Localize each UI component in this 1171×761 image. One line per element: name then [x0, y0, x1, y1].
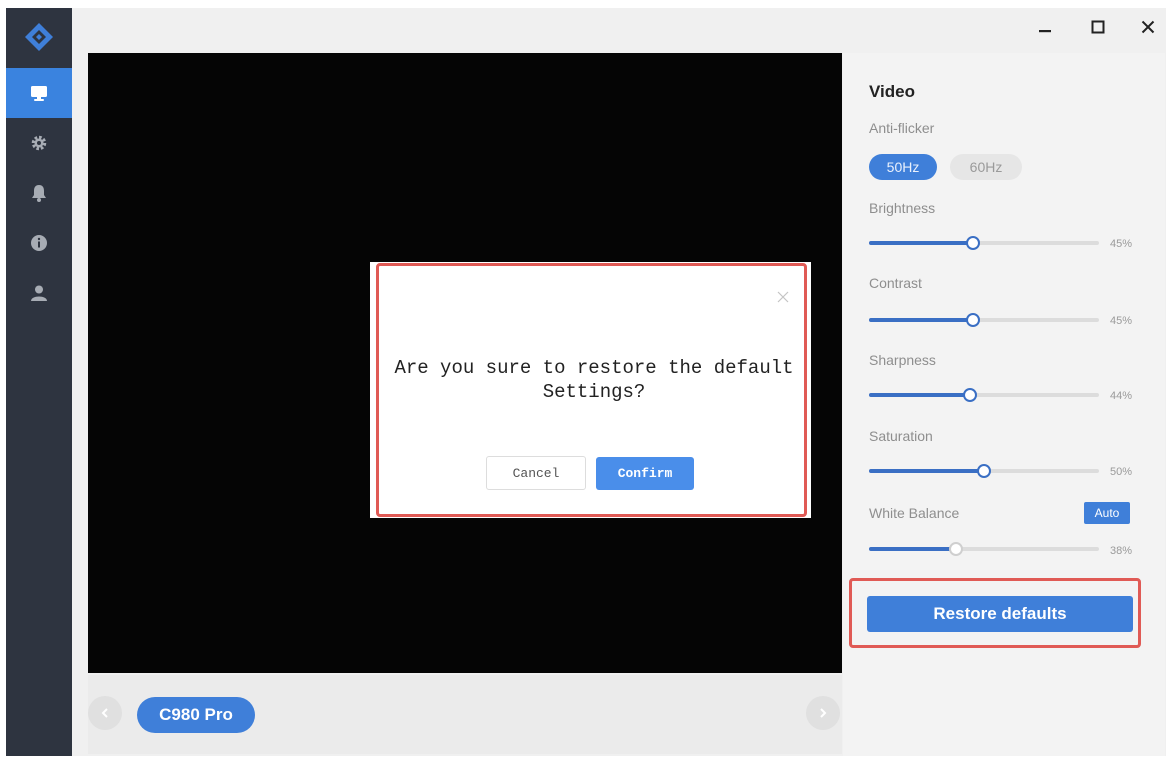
saturation-label: Saturation: [869, 428, 933, 444]
restore-defaults-highlight: [849, 578, 1141, 648]
maximize-icon: [1091, 20, 1105, 34]
white-balance-slider[interactable]: [869, 542, 1099, 556]
next-device-button[interactable]: [806, 696, 840, 730]
maximize-button[interactable]: [1083, 12, 1113, 42]
diamond-logo-icon: [25, 23, 53, 51]
prev-device-button[interactable]: [88, 696, 122, 730]
sidebar-item-info[interactable]: [6, 218, 72, 268]
info-icon: [31, 235, 47, 251]
close-icon: [777, 291, 789, 303]
dialog-close-button[interactable]: [777, 288, 791, 303]
brightness-slider[interactable]: [869, 236, 1099, 250]
brightness-label: Brightness: [869, 200, 936, 216]
saturation-slider[interactable]: [869, 464, 1099, 478]
sidebar-item-account[interactable]: [6, 268, 72, 318]
dialog-message: Are you sure to restore the default Sett…: [382, 356, 806, 404]
dialog-message-line-1: Are you sure to restore the default: [394, 357, 794, 379]
user-icon: [31, 285, 47, 301]
cancel-button[interactable]: Cancel: [486, 456, 586, 490]
chevron-left-icon: [101, 708, 108, 718]
sharpness-label: Sharpness: [869, 352, 936, 368]
contrast-value: 45%: [1110, 315, 1133, 327]
panel-title: Video: [869, 82, 915, 101]
sidebar-item-notifications[interactable]: [6, 168, 72, 218]
sidebar-item-video[interactable]: [6, 68, 72, 118]
sharpness-slider[interactable]: [869, 388, 1099, 402]
contrast-label: Contrast: [869, 275, 922, 291]
minimize-icon: [1039, 30, 1051, 33]
anti-flicker-60hz[interactable]: 60Hz: [950, 154, 1022, 180]
anti-flicker-label: Anti-flicker: [869, 120, 935, 136]
monitor-icon: [31, 86, 47, 101]
contrast-slider[interactable]: [869, 313, 1099, 327]
saturation-value: 50%: [1110, 466, 1133, 478]
bell-icon: [32, 185, 46, 202]
white-balance-value: 38%: [1110, 545, 1133, 557]
sidebar-item-settings[interactable]: [6, 118, 72, 168]
confirm-button[interactable]: Confirm: [596, 457, 694, 490]
device-name-button[interactable]: C980 Pro: [137, 697, 255, 733]
minimize-button[interactable]: [1030, 12, 1060, 42]
brightness-value: 45%: [1110, 238, 1133, 250]
white-balance-label: White Balance: [869, 505, 960, 521]
chevron-right-icon: [820, 708, 827, 718]
sharpness-value: 44%: [1110, 390, 1133, 402]
anti-flicker-50hz[interactable]: 50Hz: [869, 154, 937, 180]
white-balance-auto-button[interactable]: Auto: [1084, 502, 1130, 524]
app-logo: [24, 22, 54, 52]
dialog-message-line-2: Settings?: [542, 381, 646, 403]
close-window-button[interactable]: [1133, 12, 1163, 42]
close-icon: [1141, 20, 1155, 34]
gear-icon: [31, 135, 47, 151]
